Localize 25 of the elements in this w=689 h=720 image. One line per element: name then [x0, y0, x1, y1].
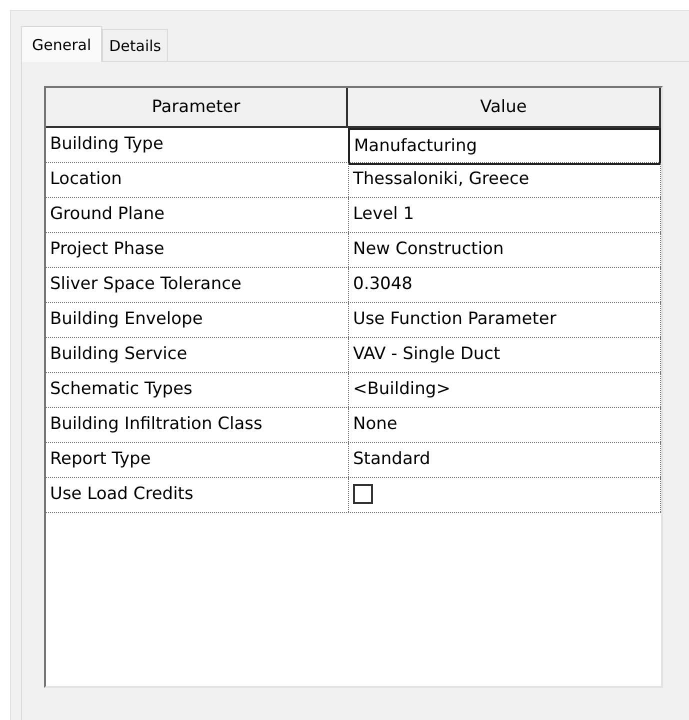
parameter-cell-text: Building Envelope — [49, 308, 204, 331]
value-cell[interactable]: New Construction — [348, 233, 661, 267]
value-cell[interactable]: 0.3048 — [348, 268, 661, 302]
parameter-cell-text: Building Type — [49, 133, 164, 156]
parameter-cell-text: Use Load Credits — [49, 483, 194, 506]
value-cell[interactable]: VAV - Single Duct — [348, 338, 661, 372]
value-cell[interactable]: <Building> — [348, 373, 661, 407]
parameter-cell-text: Schematic Types — [49, 378, 194, 401]
value-cell[interactable]: Thessaloniki, Greece — [348, 163, 661, 197]
tab[interactable]: General — [21, 26, 102, 62]
value-cell[interactable]: Use Function Parameter — [348, 303, 661, 337]
parameter-cell-text: Ground Plane — [49, 203, 166, 226]
value-cell[interactable]: None — [348, 408, 661, 442]
column-header[interactable]: Parameter — [46, 88, 348, 126]
parameter-cell-text: Building Service — [49, 343, 188, 366]
parameter-cell-text: Building Infiltration Class — [49, 413, 264, 436]
tab[interactable]: Details — [102, 29, 168, 61]
column-header[interactable]: Value — [348, 88, 661, 126]
parameter-cell-text: Sliver Space Tolerance — [49, 273, 242, 296]
value-cell[interactable]: Standard — [348, 443, 661, 477]
parameter-cell-text: Project Phase — [49, 238, 166, 261]
value-cell[interactable]: Level 1 — [348, 198, 661, 232]
value-cell[interactable]: Manufacturing — [348, 128, 661, 165]
parameter-cell-text: Location — [49, 168, 123, 191]
parameter-cell-text: Report Type — [49, 448, 152, 471]
